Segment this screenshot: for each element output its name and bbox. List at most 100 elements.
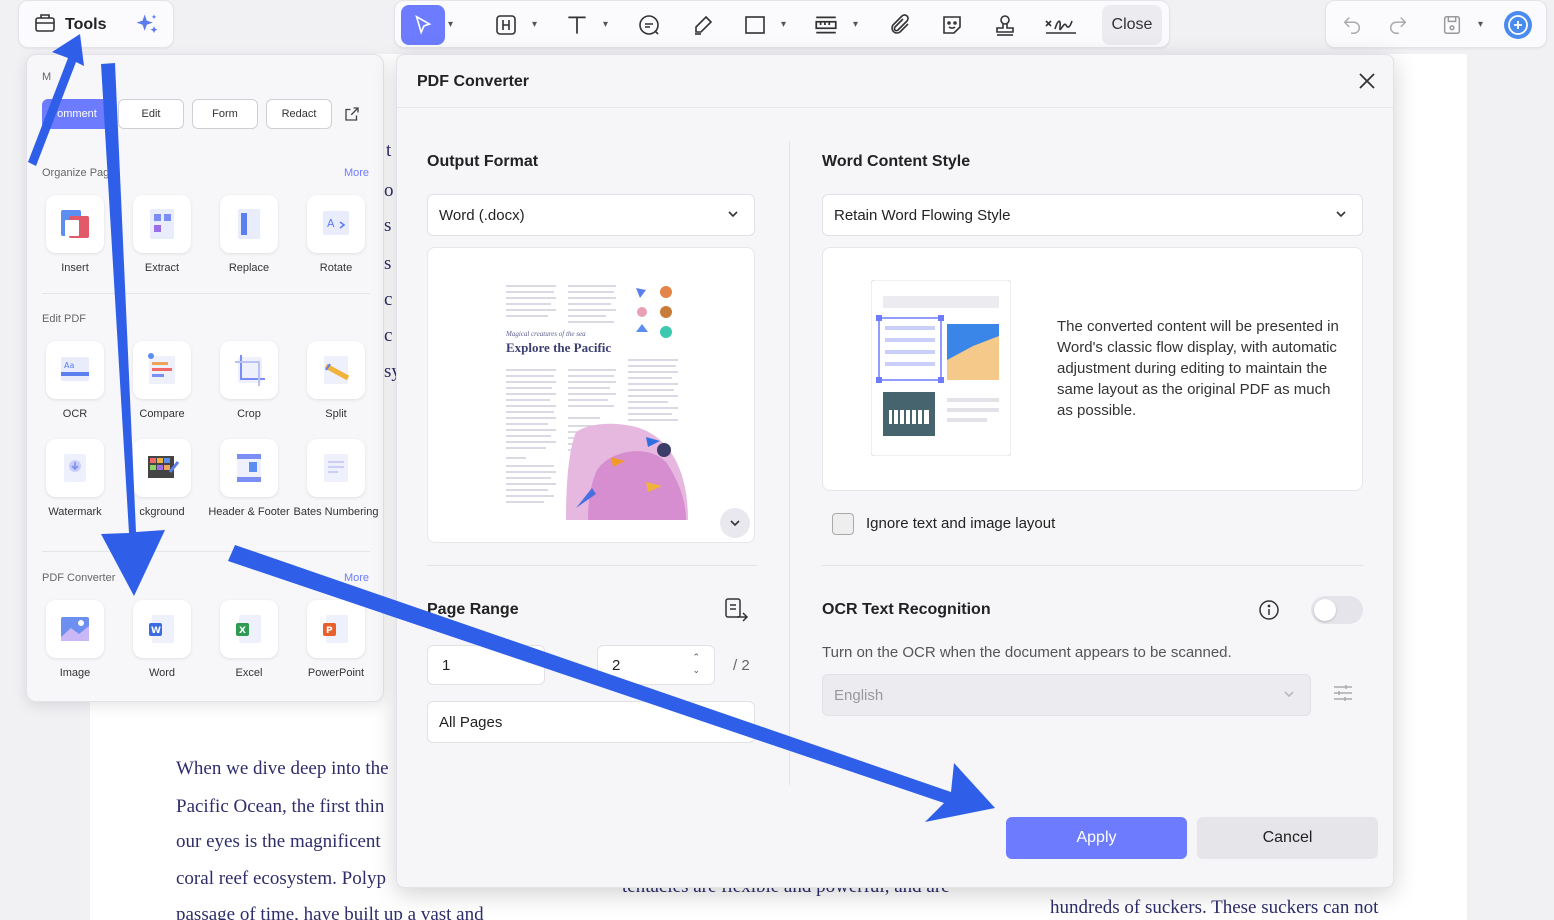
chevron-down-icon[interactable]: ▾ [603, 19, 608, 30]
doc-paragraph-line: hundreds of suckers. These suckers can n… [1050, 897, 1379, 918]
page-to-value: 2 [612, 656, 621, 674]
tab-form[interactable]: Form [192, 99, 258, 129]
ocr-language-value: English [834, 686, 884, 704]
chevron-down-icon[interactable]: ▾ [781, 19, 786, 30]
annotation-tools-group: ▾ ▾ ▾ ▾ ▾ Close [394, 0, 1170, 48]
pdf-converter-dialog: PDF Converter Output Format Word (.docx)… [396, 54, 1395, 888]
cancel-button[interactable]: Cancel [1197, 817, 1378, 859]
toggle-knob [1314, 599, 1336, 621]
output-format-select[interactable]: Word (.docx) [427, 194, 755, 236]
attachment-icon[interactable] [884, 9, 916, 41]
tools-button[interactable]: Tools [33, 7, 106, 43]
tool-rotate[interactable]: A Rotate [293, 195, 379, 275]
pencil-icon[interactable] [687, 9, 719, 41]
section-divider [42, 551, 370, 552]
dialog-header-divider [397, 107, 1395, 108]
tool-label: PowerPoint [307, 667, 365, 679]
svg-text:P: P [326, 626, 333, 636]
tool-to-image[interactable]: Image [32, 600, 118, 680]
chevron-down-icon [1282, 687, 1296, 705]
tool-label: Header & Footer [208, 506, 290, 518]
info-icon[interactable] [1258, 599, 1280, 626]
dialog-title: PDF Converter [417, 73, 530, 90]
redo-icon[interactable] [1382, 9, 1414, 41]
tool-background[interactable]: ckground [119, 439, 205, 519]
doc-side-letter: s [384, 253, 392, 274]
tool-replace[interactable]: Replace [206, 195, 292, 275]
expand-preview-button[interactable] [720, 508, 750, 538]
tab-edit[interactable]: Edit [118, 99, 184, 129]
ocr-hint: Turn on the OCR when the document appear… [822, 644, 1232, 661]
header-footer-icon [237, 454, 261, 482]
chevron-down-icon[interactable]: ▾ [448, 19, 453, 30]
ocr-label: OCR Text Recognition [822, 601, 991, 618]
tool-label: ckground [139, 506, 185, 518]
ocr-language-select[interactable]: English [822, 674, 1311, 716]
tool-label: Compare [139, 408, 185, 420]
undo-icon[interactable] [1336, 9, 1368, 41]
stepper-icon[interactable]: ⌃ ⌄ [692, 651, 700, 677]
stamp-icon[interactable] [989, 9, 1021, 41]
section-divider [822, 565, 1363, 566]
organize-pages-title: Organize Pag [42, 167, 110, 179]
highlight-icon[interactable] [490, 9, 522, 41]
doc-side-letter: o [384, 180, 394, 201]
organize-more-link[interactable]: More [344, 167, 369, 179]
ocr-toggle[interactable] [1311, 596, 1363, 624]
tool-header-footer[interactable]: Header & Footer [206, 439, 292, 519]
ocr-settings-sliders-icon[interactable] [1331, 681, 1355, 710]
chevron-down-icon [730, 520, 740, 527]
tool-insert[interactable]: Insert [32, 195, 118, 275]
tool-split[interactable]: Split [293, 341, 379, 421]
tool-crop[interactable]: Crop [206, 341, 292, 421]
chevron-down-icon[interactable]: ▾ [532, 19, 537, 30]
close-tool-button[interactable]: Close [1102, 5, 1162, 45]
doc-side-letter: s [384, 215, 392, 236]
page-range-label: Page Range [427, 601, 519, 618]
tool-label: Split [325, 408, 347, 420]
document-thumbnail: Magical creatures of the sea Explore the… [496, 272, 688, 520]
mode-label: M [42, 71, 52, 83]
rectangle-icon[interactable] [739, 9, 771, 41]
page-range-select[interactable]: All Pages [427, 701, 755, 743]
chevron-down-icon[interactable]: ▾ [853, 19, 858, 30]
close-icon[interactable] [1355, 69, 1379, 93]
tool-watermark[interactable]: Watermark [32, 439, 118, 519]
history-group: ▾ [1325, 0, 1547, 48]
doc-paragraph-line: passage of time, have built up a vast an… [176, 904, 484, 920]
ignore-layout-checkbox[interactable] [832, 513, 854, 535]
tool-compare[interactable]: Compare [119, 341, 205, 421]
measure-icon[interactable] [810, 9, 842, 41]
page-swap-icon[interactable] [723, 597, 749, 628]
tool-to-excel[interactable]: X Excel [206, 600, 292, 680]
ai-sparkle-icon[interactable] [131, 9, 163, 41]
thumbnail-title: Explore the Pacific [506, 340, 611, 355]
tab-comment[interactable]: omment [42, 99, 112, 129]
doc-side-letter: c [384, 325, 393, 346]
converter-more-link[interactable]: More [344, 572, 369, 584]
tool-extract[interactable]: Extract [119, 195, 205, 275]
replace-icon [238, 209, 260, 239]
tool-bates-numbering[interactable]: Bates Numbering [293, 439, 379, 519]
text-icon[interactable] [561, 9, 593, 41]
ai-assistant-icon[interactable] [1502, 9, 1534, 41]
tool-to-word[interactable]: W Word [119, 600, 205, 680]
save-icon[interactable] [1436, 9, 1468, 41]
tool-ocr[interactable]: Aa OCR [32, 341, 118, 421]
external-link-icon[interactable] [343, 105, 361, 128]
select-cursor-icon[interactable] [401, 5, 445, 45]
page-from-input[interactable]: 1 [427, 645, 545, 685]
extract-icon [150, 209, 174, 239]
insert-icon [61, 210, 89, 238]
page-to-input[interactable]: 2 ⌃ ⌄ [597, 645, 715, 685]
apply-button[interactable]: Apply [1006, 817, 1187, 859]
tool-to-powerpoint[interactable]: P PowerPoint [293, 600, 379, 680]
tab-redact[interactable]: Redact [266, 99, 332, 129]
chevron-down-icon[interactable]: ▾ [1478, 19, 1483, 30]
comment-icon[interactable] [633, 9, 665, 41]
signature-icon[interactable] [1041, 9, 1081, 41]
tool-label: Image [59, 667, 91, 679]
sticker-icon[interactable] [936, 9, 968, 41]
word-style-select[interactable]: Retain Word Flowing Style [822, 194, 1363, 236]
format-preview: Magical creatures of the sea Explore the… [427, 247, 755, 543]
